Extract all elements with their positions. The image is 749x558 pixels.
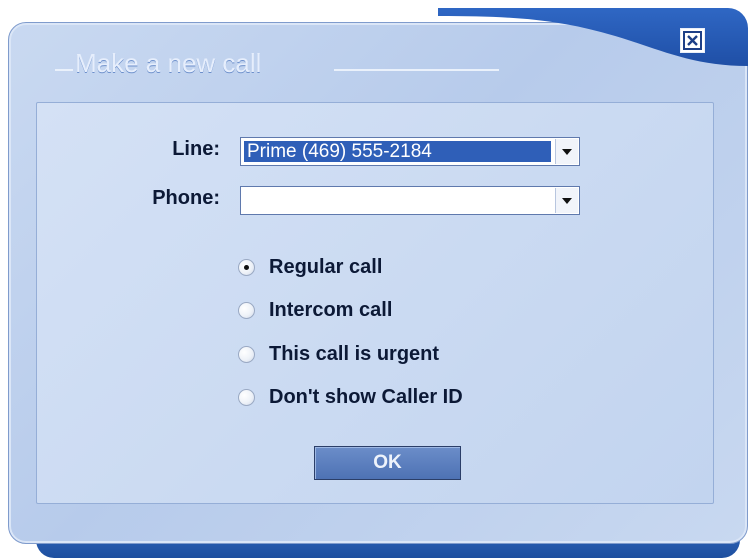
title-dash-right [334, 69, 499, 71]
radio-label: Intercom call [269, 298, 393, 321]
chevron-down-icon[interactable] [555, 188, 578, 213]
dialog-title: Make a new call [75, 48, 262, 78]
radio-label: Regular call [269, 255, 383, 278]
radio-urgent-call[interactable]: This call is urgent [238, 339, 439, 369]
title-dash-left [55, 69, 73, 71]
radio-regular-call[interactable]: Regular call [238, 252, 382, 282]
close-button[interactable] [680, 28, 705, 53]
radio-button[interactable] [238, 345, 255, 363]
line-select[interactable]: Prime (469) 555-2184 [240, 137, 580, 166]
line-select-value: Prime (469) 555-2184 [244, 141, 551, 162]
phone-label: Phone: [152, 187, 220, 209]
ok-button[interactable]: OK [314, 446, 461, 480]
radio-label: This call is urgent [269, 342, 440, 365]
radio-label: Don't show Caller ID [269, 385, 463, 408]
line-label: Line: [172, 138, 220, 160]
radio-button[interactable] [238, 301, 255, 319]
chevron-down-icon[interactable] [555, 139, 578, 164]
close-icon [683, 31, 702, 50]
radio-hide-caller-id[interactable]: Don't show Caller ID [238, 382, 463, 412]
radio-button[interactable] [238, 258, 255, 276]
phone-input[interactable] [240, 186, 580, 215]
radio-intercom-call[interactable]: Intercom call [238, 295, 392, 325]
radio-button[interactable] [238, 388, 255, 406]
